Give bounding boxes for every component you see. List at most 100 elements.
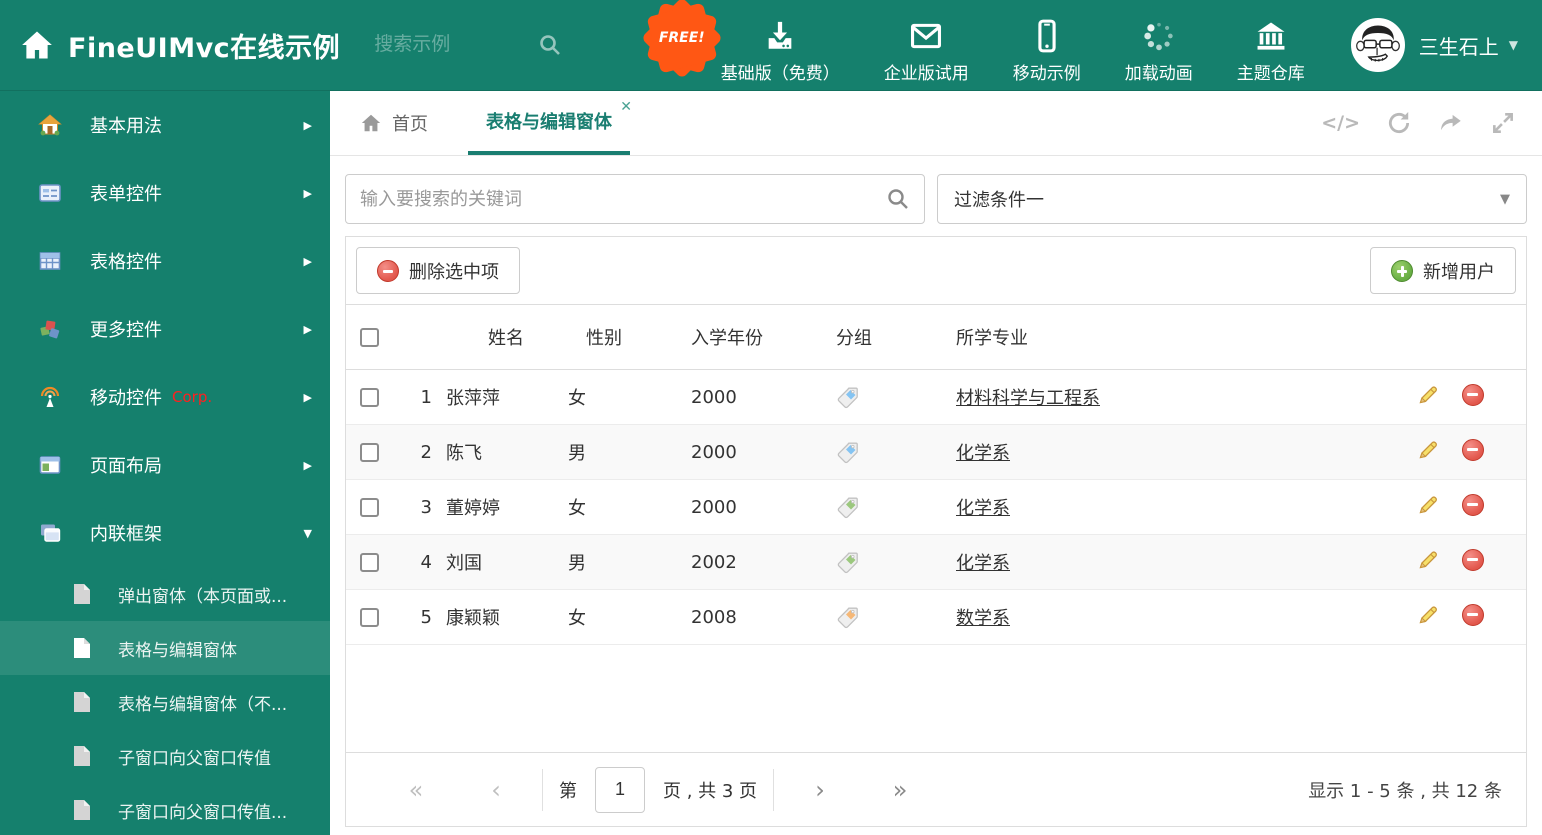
page-suffix: 页 , 共 3 页 [663, 780, 758, 802]
sidebar-item-label: 页面布局 [90, 456, 162, 477]
edit-pencil-icon[interactable] [1416, 383, 1440, 407]
major-link[interactable]: 材料科学与工程系 [956, 388, 1100, 409]
sidebar-item-1[interactable]: 表单控件 ▶ [0, 159, 330, 227]
document-icon [72, 691, 92, 713]
col-header-gender[interactable]: 性别 [566, 324, 691, 350]
cell-name: 康颖颖 [446, 608, 500, 629]
row-checkbox[interactable] [360, 552, 379, 572]
edit-pencil-icon[interactable] [1416, 603, 1440, 627]
major-link[interactable]: 化学系 [956, 498, 1010, 519]
free-badge-label: FREE! [658, 29, 705, 46]
cell-delete [1450, 383, 1500, 411]
search-icon[interactable] [538, 33, 562, 57]
cell-group [836, 385, 956, 409]
view-source-icon[interactable]: </> [1321, 110, 1360, 136]
cell-name: 刘国 [446, 553, 482, 574]
row-checkbox[interactable] [360, 387, 379, 407]
first-page-icon[interactable]: « [376, 776, 456, 804]
sidebar-subitem-2[interactable]: 表格与编辑窗体（不... [0, 675, 330, 729]
tab-home[interactable]: 首页 [346, 91, 442, 155]
header-search-input[interactable] [374, 34, 525, 56]
nav-item-label: 企业版试用 [883, 63, 969, 84]
chevron-right-icon: ▶ [303, 390, 312, 404]
row-checkbox[interactable] [360, 497, 379, 517]
delete-row-icon[interactable] [1462, 493, 1484, 516]
edit-pencil-icon[interactable] [1416, 438, 1440, 462]
share-icon[interactable] [1438, 110, 1464, 136]
sidebar-item-0[interactable]: 基本用法 ▶ [0, 91, 330, 159]
major-link[interactable]: 化学系 [956, 553, 1010, 574]
cell-major: 化学系 [956, 439, 1405, 465]
col-header-year[interactable]: 入学年份 [691, 324, 836, 350]
home-icon [22, 31, 52, 59]
grid-search-icon[interactable] [886, 187, 910, 211]
nav-item-1[interactable]: 企业版试用 [884, 19, 969, 84]
delete-row-icon[interactable] [1462, 438, 1484, 461]
col-header-major[interactable]: 所学专业 [956, 324, 1405, 350]
nav-item-2[interactable]: 移动示例 [1013, 19, 1081, 84]
cell-delete [1450, 603, 1500, 631]
sidebar-item-5[interactable]: 页面布局 ▶ [0, 431, 330, 499]
cell-major: 材料科学与工程系 [956, 384, 1405, 410]
expand-icon[interactable] [1490, 110, 1516, 136]
row-checkbox[interactable] [360, 442, 379, 462]
user-menu[interactable]: 三生石上 ▼ [1350, 18, 1518, 72]
prev-page-icon[interactable]: ‹ [456, 776, 536, 804]
close-tab-icon[interactable]: ✕ [620, 99, 632, 115]
delete-selected-button[interactable]: 删除选中项 [356, 247, 520, 294]
home-tab-icon [361, 114, 381, 132]
sidebar-subitem-3[interactable]: 子窗口向父窗口传值 [0, 729, 330, 783]
sidebar-subitem-4[interactable]: 子窗口向父窗口传值... [0, 783, 330, 835]
main-area: 首页 表格与编辑窗体 ✕ </> 输入要搜索的关键词 过滤条件一 ▼ 删除选中项… [330, 91, 1542, 835]
next-page-icon[interactable]: › [780, 776, 860, 804]
edit-pencil-icon[interactable] [1416, 548, 1440, 572]
nav-item-3[interactable]: 加载动画 [1125, 19, 1193, 84]
table-row: 5 康颖颖 女 2008 数学系 [346, 590, 1526, 645]
select-all-checkbox[interactable] [360, 327, 379, 347]
chevron-down-icon: ▼ [303, 526, 312, 540]
major-link[interactable]: 化学系 [956, 443, 1010, 464]
sidebar-item-2[interactable]: 表格控件 ▶ [0, 227, 330, 295]
brand[interactable]: FineUIMvc在线示例 [0, 26, 340, 65]
mobile-icon [1030, 19, 1064, 53]
row-checkbox-cell [346, 387, 396, 407]
add-user-button[interactable]: 新增用户 [1370, 247, 1516, 294]
cell-edit [1405, 493, 1450, 522]
filter-dropdown[interactable]: 过滤条件一 ▼ [937, 174, 1527, 224]
refresh-icon[interactable] [1386, 110, 1412, 136]
bank-icon [1254, 19, 1288, 53]
tab-grid-edit-window[interactable]: 表格与编辑窗体 ✕ [468, 91, 632, 155]
delete-row-icon[interactable] [1462, 383, 1484, 406]
edit-pencil-icon[interactable] [1416, 493, 1440, 517]
envelope-icon [909, 19, 943, 53]
major-link[interactable]: 数学系 [956, 608, 1010, 629]
nav-item-4[interactable]: 主题仓库 [1237, 19, 1305, 84]
chevron-right-icon: ▶ [303, 118, 312, 132]
delete-row-icon[interactable] [1462, 548, 1484, 571]
grid-toolbar: 删除选中项 新增用户 [346, 237, 1526, 304]
row-checkbox[interactable] [360, 607, 379, 627]
sidebar-subitem-label: 弹出窗体（本页面或... [118, 586, 288, 607]
user-caret-icon: ▼ [1508, 38, 1518, 52]
sidebar-subitem-0[interactable]: 弹出窗体（本页面或... [0, 567, 330, 621]
cell-name: 陈飞 [446, 443, 482, 464]
sidebar-subitem-label: 子窗口向父窗口传值 [118, 748, 271, 769]
page-number-input[interactable] [595, 766, 645, 813]
nav-item-0[interactable]: FREE! 基础版（免费） [640, 0, 840, 84]
keyword-search-input[interactable] [360, 188, 886, 210]
sidebar-item-6[interactable]: 内联框架 ▼ [0, 499, 330, 567]
sidebar-item-3[interactable]: 更多控件 ▶ [0, 295, 330, 363]
last-page-icon[interactable]: » [860, 776, 940, 804]
col-header-group[interactable]: 分组 [836, 324, 956, 350]
cell-edit [1405, 548, 1450, 577]
record-count-summary: 显示 1 - 5 条 , 共 12 条 [1308, 780, 1502, 802]
cubes-icon [38, 317, 62, 341]
sidebar-subitem-1[interactable]: 表格与编辑窗体 [0, 621, 330, 675]
header-search[interactable] [374, 33, 574, 57]
sidebar-item-4[interactable]: 移动控件 Corp. ▶ [0, 363, 330, 431]
delete-row-icon[interactable] [1462, 603, 1484, 626]
col-header-name[interactable]: 姓名 [446, 324, 566, 350]
avatar[interactable] [1350, 18, 1405, 72]
keyword-search-box[interactable] [345, 174, 925, 224]
app-title: FineUIMvc在线示例 [68, 32, 341, 64]
